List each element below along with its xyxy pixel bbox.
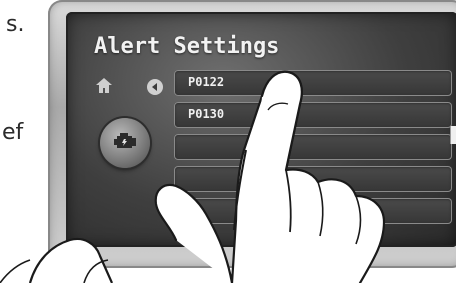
- alert-slot-1[interactable]: P0122: [174, 70, 452, 96]
- device-bezel: Alert Settings P0122 P0130 hips: [48, 0, 456, 268]
- alert-slot-2[interactable]: P0130: [174, 102, 452, 128]
- check-engine-button[interactable]: [100, 118, 150, 168]
- alert-slot-4[interactable]: [174, 166, 452, 192]
- device-screen: Alert Settings P0122 P0130: [66, 12, 456, 247]
- back-arrow-icon[interactable]: [146, 78, 164, 96]
- home-icon[interactable]: [94, 76, 114, 96]
- slot-label: P0122: [188, 75, 225, 89]
- brand-watermark: hips: [278, 240, 293, 249]
- page-title: Alert Settings: [94, 34, 280, 59]
- alert-slot-3[interactable]: [174, 134, 452, 160]
- background-text-fragment-mid: ef: [2, 120, 24, 145]
- device-side-tab: [450, 126, 456, 144]
- check-engine-icon: [114, 133, 136, 148]
- background-text-fragment-top: s.: [6, 12, 25, 37]
- slot-label: P0130: [188, 107, 225, 121]
- alert-slot-5[interactable]: [174, 198, 452, 224]
